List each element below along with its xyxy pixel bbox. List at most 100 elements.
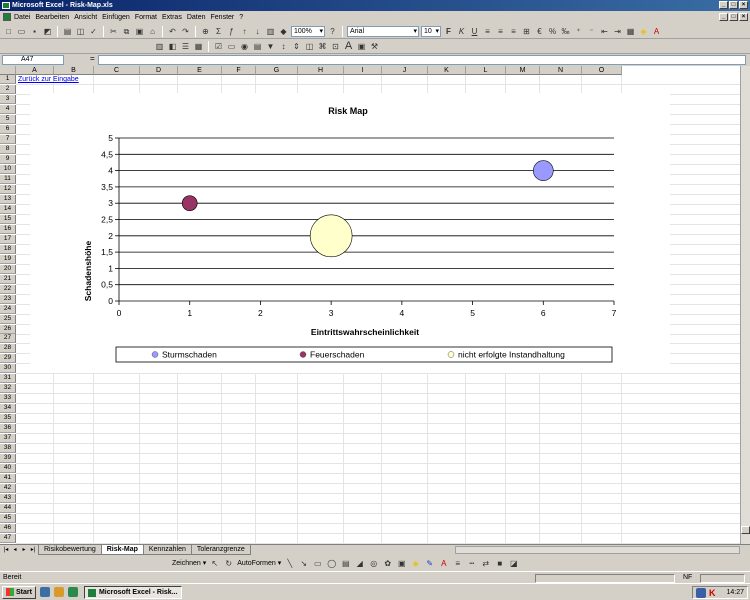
- row-header[interactable]: 39: [0, 454, 16, 464]
- align-center-icon[interactable]: ≡: [495, 26, 506, 37]
- undo-icon[interactable]: ↶: [167, 26, 178, 37]
- select-objects-icon[interactable]: ↖: [209, 558, 220, 569]
- format-chart-icon[interactable]: ◧: [167, 41, 178, 52]
- row-header[interactable]: 46: [0, 524, 16, 534]
- column-header[interactable]: M: [506, 66, 540, 75]
- minimize-button[interactable]: _: [719, 1, 728, 9]
- form-list-icon[interactable]: ▤: [252, 41, 263, 52]
- decrease-indent-icon[interactable]: ⇤: [599, 26, 610, 37]
- decrease-decimal-icon[interactable]: ⁻: [586, 26, 597, 37]
- copy-icon[interactable]: ⧉: [121, 26, 132, 37]
- form-code-icon[interactable]: ⌘: [317, 41, 328, 52]
- tray-antivirus-icon[interactable]: K: [709, 588, 716, 598]
- picture-icon[interactable]: ▣: [396, 558, 407, 569]
- column-header[interactable]: G: [256, 66, 298, 75]
- zoom-select[interactable]: 100%: [291, 25, 325, 37]
- column-header[interactable]: F: [222, 66, 256, 75]
- new-icon[interactable]: □: [3, 26, 14, 37]
- row-header[interactable]: 2: [0, 84, 16, 94]
- menu-help[interactable]: ?: [239, 14, 243, 21]
- row-header[interactable]: 40: [0, 464, 16, 474]
- align-left-icon[interactable]: ≡: [482, 26, 493, 37]
- help-icon[interactable]: ?: [327, 26, 338, 37]
- thousands-icon[interactable]: ‰: [560, 26, 571, 37]
- line-icon[interactable]: ╲: [284, 558, 295, 569]
- form-combo-icon[interactable]: ▼: [265, 41, 276, 52]
- menu-daten[interactable]: Daten: [187, 14, 206, 21]
- chart-legend[interactable]: Sturmschaden Feuerschaden nicht erfolgte I…: [115, 346, 613, 363]
- rectangle-icon[interactable]: ▭: [312, 558, 323, 569]
- row-header[interactable]: 31: [0, 374, 16, 384]
- spelling-icon[interactable]: ✓: [88, 26, 99, 37]
- column-header[interactable]: E: [178, 66, 222, 75]
- chart-wizard-icon[interactable]: ▥: [265, 26, 276, 37]
- name-box[interactable]: A47: [2, 55, 64, 65]
- row-header[interactable]: 20: [0, 264, 16, 274]
- draw-fill-color-icon[interactable]: ◈: [410, 558, 421, 569]
- autosum-icon[interactable]: Σ: [213, 26, 224, 37]
- workbook-icon[interactable]: [3, 13, 11, 21]
- tools-icon[interactable]: ⚒: [369, 41, 380, 52]
- row-header[interactable]: 43: [0, 494, 16, 504]
- row-header[interactable]: 35: [0, 414, 16, 424]
- row-header[interactable]: 10: [0, 164, 16, 174]
- column-header[interactable]: C: [94, 66, 140, 75]
- row-header[interactable]: 17: [0, 234, 16, 244]
- permission-icon[interactable]: ◩: [42, 26, 53, 37]
- column-header[interactable]: J: [382, 66, 428, 75]
- tab-toleranzgrenze[interactable]: Toleranzgrenze: [190, 545, 251, 555]
- row-header[interactable]: 19: [0, 254, 16, 264]
- font-color-icon[interactable]: A: [651, 26, 662, 37]
- form-option-icon[interactable]: ◉: [239, 41, 250, 52]
- column-header[interactable]: O: [582, 66, 622, 75]
- menu-einfuegen[interactable]: Einfügen: [102, 14, 130, 21]
- draw-menu-button[interactable]: Zeichnen ▾: [172, 559, 206, 567]
- row-header[interactable]: 13: [0, 194, 16, 204]
- row-header[interactable]: 36: [0, 424, 16, 434]
- tab-risikobewertung[interactable]: Risikobewertung: [38, 545, 102, 555]
- row-header[interactable]: 27: [0, 334, 16, 344]
- row-header[interactable]: 26: [0, 324, 16, 334]
- draw-font-color-icon[interactable]: A: [438, 558, 449, 569]
- clipart-icon[interactable]: ✿: [382, 558, 393, 569]
- hyperlink-icon[interactable]: ⊕: [200, 26, 211, 37]
- tab-kennzahlen[interactable]: Kennzahlen: [142, 545, 192, 555]
- tray-language-icon[interactable]: [696, 587, 706, 598]
- row-header[interactable]: 24: [0, 304, 16, 314]
- increase-indent-icon[interactable]: ⇥: [612, 26, 623, 37]
- 3d-icon[interactable]: ◪: [508, 558, 519, 569]
- quicklaunch-ie-icon[interactable]: [39, 587, 50, 597]
- save-icon[interactable]: ▪: [29, 26, 40, 37]
- row-header[interactable]: 38: [0, 444, 16, 454]
- form-spinner-icon[interactable]: ⇕: [291, 41, 302, 52]
- row-header[interactable]: 11: [0, 174, 16, 184]
- doc-close-button[interactable]: ×: [739, 13, 748, 21]
- back-to-input-link[interactable]: Zurück zur Eingabe: [18, 76, 79, 83]
- redo-icon[interactable]: ↷: [180, 26, 191, 37]
- spreadsheet-grid[interactable]: ABCDEFGHIJKLMNO 1 2 3 4 5 6 7 8 9 10 11 12 13 14 15 16 1…: [0, 66, 740, 544]
- row-header[interactable]: 44: [0, 504, 16, 514]
- sort-asc-icon[interactable]: ↑: [239, 26, 250, 37]
- dash-style-icon[interactable]: ┅: [466, 558, 477, 569]
- underline-icon[interactable]: U: [469, 26, 480, 37]
- row-header[interactable]: 8: [0, 144, 16, 154]
- row-header[interactable]: 12: [0, 184, 16, 194]
- formula-input[interactable]: [98, 55, 746, 65]
- row-header[interactable]: 42: [0, 484, 16, 494]
- column-header[interactable]: D: [140, 66, 178, 75]
- vertical-scroll-thumb[interactable]: [741, 526, 750, 534]
- start-button[interactable]: Start: [2, 585, 36, 599]
- row-header[interactable]: 41: [0, 474, 16, 484]
- form-properties-icon[interactable]: ◫: [304, 41, 315, 52]
- image-icon[interactable]: ▣: [356, 41, 367, 52]
- row-header[interactable]: 14: [0, 204, 16, 214]
- currency-icon[interactable]: €: [534, 26, 545, 37]
- drawing-icon[interactable]: ◆: [278, 26, 289, 37]
- legend-icon[interactable]: ☰: [180, 41, 191, 52]
- row-header[interactable]: 4: [0, 104, 16, 114]
- column-header[interactable]: K: [428, 66, 466, 75]
- row-header[interactable]: 9: [0, 154, 16, 164]
- form-button-icon[interactable]: ▭: [226, 41, 237, 52]
- align-right-icon[interactable]: ≡: [508, 26, 519, 37]
- data-table-icon[interactable]: ▦: [193, 41, 204, 52]
